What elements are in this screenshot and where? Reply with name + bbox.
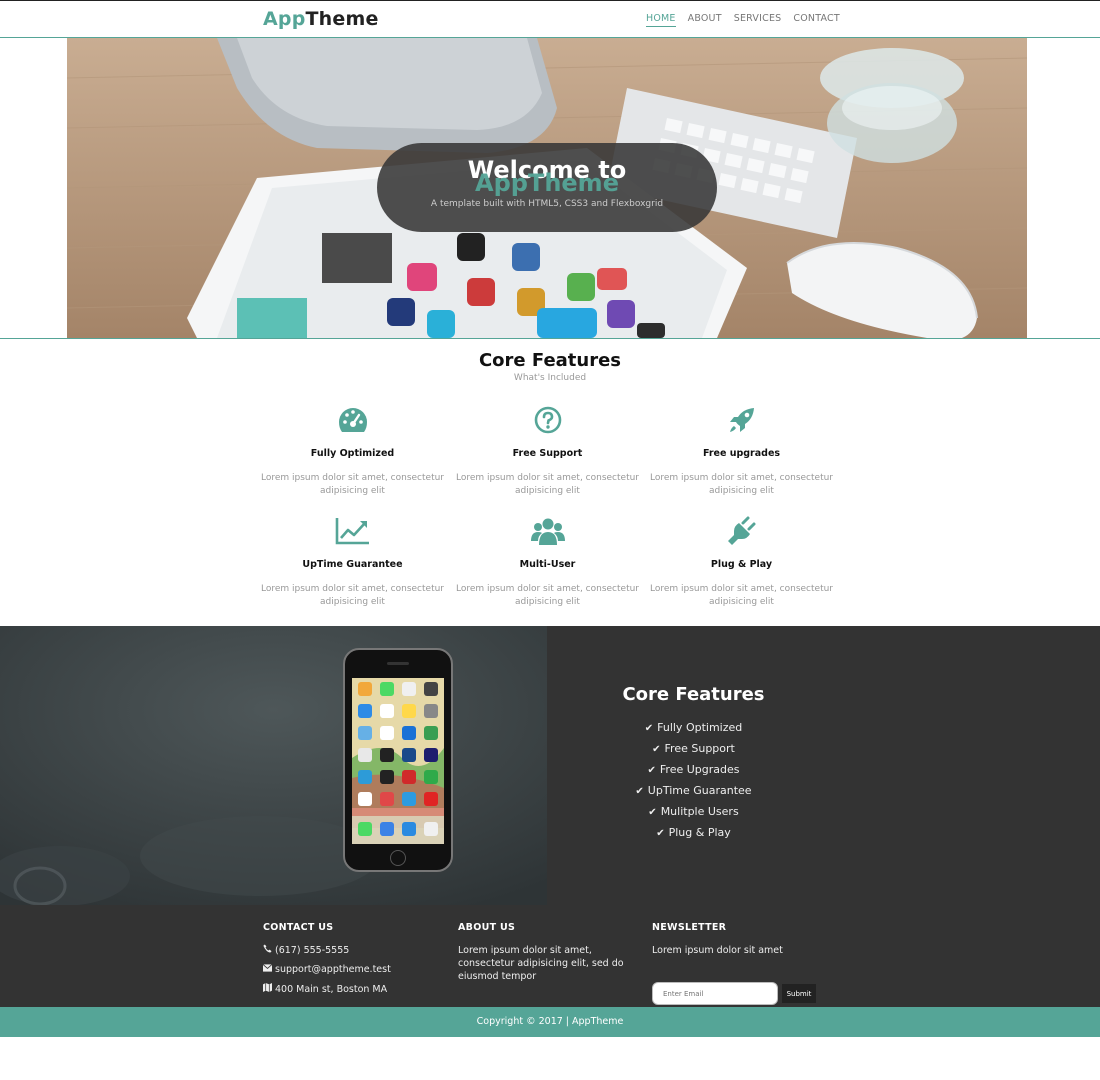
footer-contact-heading: CONTACT US bbox=[263, 922, 334, 933]
list-item-label: Mulitple Users bbox=[660, 805, 739, 818]
line-chart-icon bbox=[255, 514, 450, 548]
list-item: ✔ Fully Optimized bbox=[547, 718, 840, 739]
phone-icon bbox=[263, 944, 272, 956]
list-item: ✔ UpTime Guarantee bbox=[547, 781, 840, 802]
phone-number: (617) 555-5555 bbox=[275, 944, 350, 956]
newsletter-submit-button[interactable]: Submit bbox=[782, 984, 816, 1003]
brand-logo[interactable]: AppTheme bbox=[263, 8, 379, 30]
users-icon bbox=[450, 514, 645, 548]
check-icon: ✔ bbox=[652, 744, 661, 755]
feature-description: Lorem ipsum dolor sit amet, consectetur … bbox=[455, 584, 640, 607]
footer-address: 400 Main st, Boston MA bbox=[263, 983, 453, 995]
footer-phone: (617) 555-5555 bbox=[263, 944, 453, 956]
rocket-icon bbox=[644, 403, 839, 437]
footer: CONTACT US (617) 555-5555 support@appthe… bbox=[0, 905, 1100, 1007]
feature-name: UpTime Guarantee bbox=[302, 559, 403, 570]
envelope-icon bbox=[262, 964, 273, 975]
brand-rest: Theme bbox=[305, 8, 379, 30]
footer-newsletter-heading: NEWSLETTER bbox=[652, 922, 727, 933]
hero-title-bubble: Welcome to AppTheme A template built wit… bbox=[377, 143, 717, 232]
footer-newsletter: NEWSLETTER Lorem ipsum dolor sit amet Su… bbox=[652, 922, 842, 1012]
feature-description: Lorem ipsum dolor sit amet, consectetur … bbox=[649, 584, 834, 607]
check-icon: ✔ bbox=[656, 828, 665, 839]
list-item: ✔ Mulitple Users bbox=[547, 802, 840, 823]
feature-card-uptime: UpTime Guarantee Lorem ipsum dolor sit a… bbox=[255, 514, 450, 609]
feature-name: Multi-User bbox=[519, 559, 576, 570]
list-item: ✔ Plug & Play bbox=[547, 823, 840, 844]
street-address: 400 Main st, Boston MA bbox=[275, 983, 388, 995]
core-features-title: Core Features bbox=[478, 350, 622, 371]
footer-about-heading: ABOUT US bbox=[458, 922, 516, 933]
plug-icon bbox=[644, 514, 839, 548]
phone-screen bbox=[352, 678, 444, 844]
footer-newsletter-text: Lorem ipsum dolor sit amet bbox=[652, 945, 783, 956]
core-features-subtitle: What's Included bbox=[513, 373, 587, 383]
feature-name: Fully Optimized bbox=[310, 448, 395, 459]
hero-divider bbox=[0, 338, 1100, 339]
hero-title-brand: AppTheme bbox=[475, 169, 619, 197]
feature-card-plug-play: Plug & Play Lorem ipsum dolor sit amet, … bbox=[644, 514, 839, 609]
list-item-label: UpTime Guarantee bbox=[647, 784, 752, 797]
dashboard-icon bbox=[255, 403, 450, 437]
check-icon: ✔ bbox=[635, 786, 644, 797]
phone-home-button bbox=[390, 850, 406, 866]
brand-accent: App bbox=[263, 8, 306, 30]
list-item: ✔ Free Support bbox=[547, 739, 840, 760]
newsletter-email-input[interactable] bbox=[652, 982, 778, 1005]
footer-about-text: Lorem ipsum dolor sit amet, consectetur … bbox=[458, 945, 624, 982]
check-icon: ✔ bbox=[644, 723, 654, 734]
map-icon bbox=[263, 983, 272, 995]
navbar: AppTheme HOME ABOUT SERVICES CONTACT bbox=[0, 0, 1100, 38]
copyright-bar: Copyright © 2017 | AppTheme bbox=[0, 1007, 1100, 1037]
showcase-title: Core Features bbox=[622, 684, 765, 705]
feature-description: Lorem ipsum dolor sit amet, consectetur … bbox=[649, 473, 834, 496]
footer-contact: CONTACT US (617) 555-5555 support@appthe… bbox=[262, 922, 453, 995]
nav-services[interactable]: SERVICES bbox=[734, 13, 782, 27]
feature-card-multi-user: Multi-User Lorem ipsum dolor sit amet, c… bbox=[450, 514, 645, 609]
list-item-label: Free Support bbox=[664, 742, 735, 755]
features-showcase: Core Features ✔ Fully Optimized ✔ Free Sup… bbox=[0, 626, 1100, 905]
phone-speaker bbox=[387, 662, 409, 665]
footer-email[interactable]: support@apptheme.test bbox=[262, 964, 453, 975]
newsletter-form: Submit bbox=[652, 982, 816, 1005]
nav-contact[interactable]: CONTACT bbox=[793, 13, 839, 27]
feature-card-optimized: Fully Optimized Lorem ipsum dolor sit am… bbox=[255, 403, 450, 498]
list-item-label: Free Upgrades bbox=[659, 763, 740, 776]
feature-card-support: Free Support Lorem ipsum dolor sit amet,… bbox=[450, 403, 645, 498]
hero-banner: Welcome to AppTheme A template built wit… bbox=[67, 38, 1027, 338]
email-address: support@apptheme.test bbox=[275, 964, 391, 975]
list-item-label: Plug & Play bbox=[668, 826, 731, 839]
main-nav: HOME ABOUT SERVICES CONTACT bbox=[646, 13, 840, 27]
iphone-mockup bbox=[343, 648, 453, 872]
check-icon: ✔ bbox=[648, 807, 657, 818]
feature-name: Plug & Play bbox=[710, 559, 773, 570]
showcase-background-image bbox=[0, 626, 547, 905]
feature-description: Lorem ipsum dolor sit amet, consectetur … bbox=[260, 473, 445, 496]
nav-about[interactable]: ABOUT bbox=[688, 13, 722, 27]
check-icon: ✔ bbox=[647, 765, 656, 776]
question-circle-icon bbox=[450, 403, 645, 437]
showcase-feature-list: ✔ Fully Optimized ✔ Free Support ✔ Free Upg… bbox=[547, 718, 840, 844]
feature-description: Lorem ipsum dolor sit amet, consectetur … bbox=[455, 473, 640, 496]
hero-subtitle: A template built with HTML5, CSS3 and Fl… bbox=[430, 199, 664, 209]
list-item-label: Fully Optimized bbox=[657, 721, 743, 734]
feature-card-upgrades: Free upgrades Lorem ipsum dolor sit amet… bbox=[644, 403, 839, 498]
nav-home[interactable]: HOME bbox=[646, 13, 676, 27]
feature-name: Free upgrades bbox=[702, 448, 781, 459]
list-item: ✔ Free Upgrades bbox=[547, 760, 840, 781]
footer-about: ABOUT US Lorem ipsum dolor sit amet, con… bbox=[458, 922, 648, 983]
feature-name: Free Support bbox=[512, 448, 583, 459]
feature-description: Lorem ipsum dolor sit amet, consectetur … bbox=[260, 584, 445, 607]
